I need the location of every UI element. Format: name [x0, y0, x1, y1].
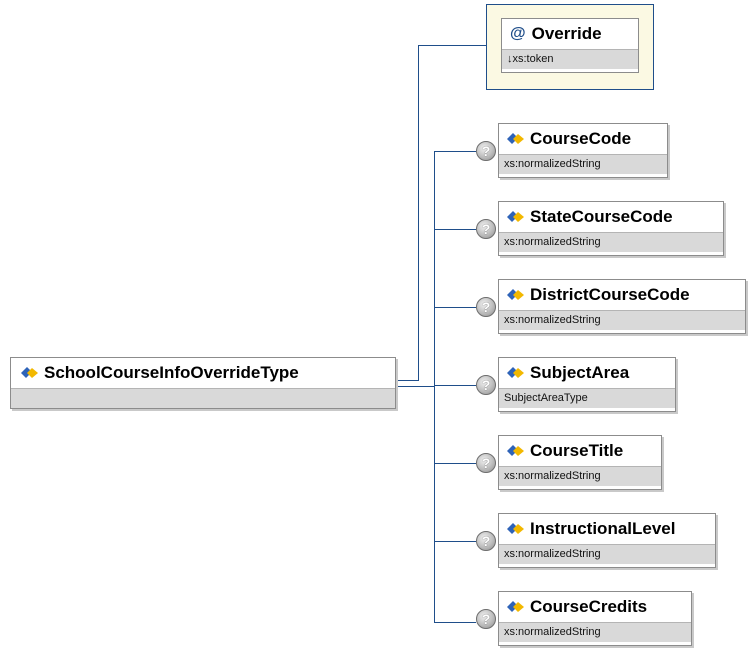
optional-icon: ? — [476, 141, 496, 161]
connector-attr-horizontal — [418, 45, 486, 46]
element-node-statecoursecode[interactable]: StateCourseCode xs:normalizedString — [498, 201, 724, 256]
schema-diagram: SchoolCourseInfoOverrideType @ Override … — [0, 0, 749, 651]
attribute-at-icon: @ — [510, 25, 526, 42]
optional-icon: ? — [476, 297, 496, 317]
element-name: CourseTitle — [530, 441, 624, 460]
element-node-subjectarea[interactable]: SubjectArea SubjectAreaType — [498, 357, 676, 412]
element-type: xs:normalizedString — [499, 154, 667, 174]
element-type: xs:normalizedString — [499, 232, 723, 252]
attribute-header: @ Override — [502, 19, 638, 49]
element-icon — [507, 133, 524, 144]
element-icon — [507, 367, 524, 378]
element-type: xs:normalizedString — [499, 310, 745, 330]
optional-icon: ? — [476, 609, 496, 629]
connector-seq-bottom — [434, 622, 476, 623]
optional-icon: ? — [476, 531, 496, 551]
root-type-footer — [11, 388, 395, 408]
element-header: CourseCredits — [499, 592, 691, 622]
element-type: SubjectAreaType — [499, 388, 675, 408]
attribute-name: Override — [531, 24, 602, 43]
optional-icon: ? — [476, 219, 496, 239]
connector-child — [434, 229, 476, 230]
element-node-districtcoursecode[interactable]: DistrictCourseCode xs:normalizedString — [498, 279, 746, 334]
element-type: xs:normalizedString — [499, 622, 691, 642]
element-node-coursetitle[interactable]: CourseTitle xs:normalizedString — [498, 435, 662, 490]
connector-seq-vertical — [434, 151, 435, 623]
element-name: StateCourseCode — [530, 207, 673, 226]
optional-icon: ? — [476, 453, 496, 473]
element-header: DistrictCourseCode — [499, 280, 745, 310]
root-type-name: SchoolCourseInfoOverrideType — [44, 363, 299, 382]
element-icon — [507, 601, 524, 612]
connector-child — [434, 463, 476, 464]
root-type-header: SchoolCourseInfoOverrideType — [11, 358, 395, 388]
element-header: CourseTitle — [499, 436, 661, 466]
element-name: CourseCredits — [530, 597, 648, 616]
connector-child — [434, 541, 476, 542]
optional-icon: ? — [476, 375, 496, 395]
element-icon — [507, 289, 524, 300]
element-icon — [507, 523, 524, 534]
attribute-override[interactable]: @ Override ↓xs:token — [501, 18, 639, 73]
element-icon — [507, 445, 524, 456]
element-type: xs:normalizedString — [499, 466, 661, 486]
element-name: DistrictCourseCode — [530, 285, 690, 304]
connector-attr-vertical — [418, 45, 419, 381]
element-node-coursecode[interactable]: CourseCode xs:normalizedString — [498, 123, 668, 178]
element-header: SubjectArea — [499, 358, 675, 388]
element-name: InstructionalLevel — [530, 519, 676, 538]
element-icon — [21, 367, 38, 378]
connector-root-out-2 — [396, 386, 434, 387]
connector-seq-top — [434, 151, 476, 152]
element-node-instructionallevel[interactable]: InstructionalLevel xs:normalizedString — [498, 513, 716, 568]
element-header: CourseCode — [499, 124, 667, 154]
element-node-coursecredits[interactable]: CourseCredits xs:normalizedString — [498, 591, 692, 646]
element-type: xs:normalizedString — [499, 544, 715, 564]
connector-child — [434, 385, 476, 386]
element-header: InstructionalLevel — [499, 514, 715, 544]
element-name: CourseCode — [530, 129, 632, 148]
root-type-node[interactable]: SchoolCourseInfoOverrideType — [10, 357, 396, 409]
attribute-type: ↓xs:token — [502, 49, 638, 69]
element-name: SubjectArea — [530, 363, 630, 382]
attribute-frame: @ Override ↓xs:token — [486, 4, 654, 90]
element-header: StateCourseCode — [499, 202, 723, 232]
connector-child — [434, 307, 476, 308]
connector-root-out — [396, 380, 418, 381]
element-icon — [507, 211, 524, 222]
